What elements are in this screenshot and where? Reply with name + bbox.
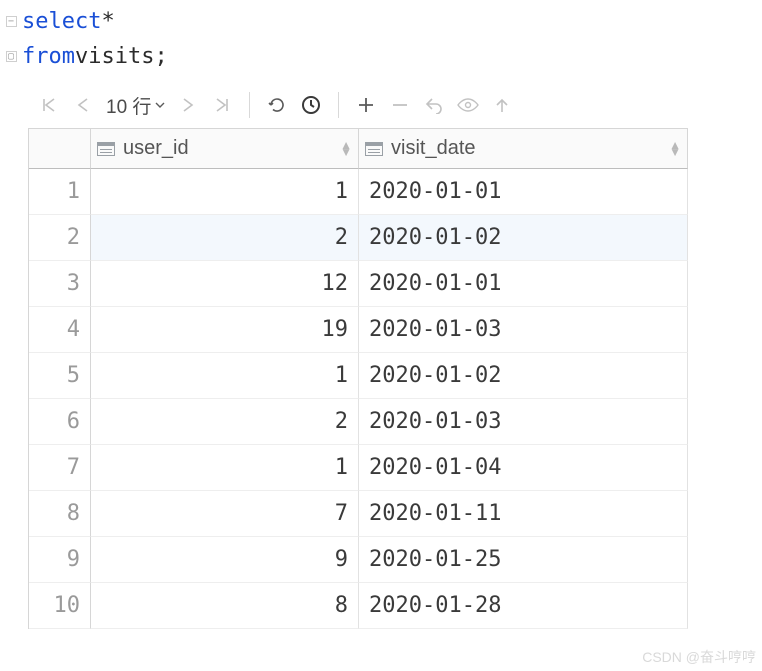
revert-icon[interactable] xyxy=(419,90,449,120)
row-number-cell[interactable]: 1 xyxy=(29,169,91,215)
refresh-icon[interactable] xyxy=(262,90,292,120)
cell-visit-date[interactable]: 2020-01-25 xyxy=(359,537,688,583)
table-row[interactable]: 872020-01-11 xyxy=(29,491,688,537)
cell-user-id[interactable]: 8 xyxy=(91,583,359,629)
table-row[interactable]: 712020-01-04 xyxy=(29,445,688,491)
preview-icon[interactable] xyxy=(453,90,483,120)
column-type-icon xyxy=(97,142,115,156)
row-number-cell[interactable]: 8 xyxy=(29,491,91,537)
row-number-cell[interactable]: 9 xyxy=(29,537,91,583)
first-page-icon[interactable] xyxy=(34,90,64,120)
commit-icon[interactable] xyxy=(487,90,517,120)
cell-user-id[interactable]: 1 xyxy=(91,169,359,215)
grid-header: user_id ▲▼ visit_date ▲▼ xyxy=(29,129,688,169)
cell-user-id[interactable]: 2 xyxy=(91,399,359,445)
grid-body: 112020-01-01222020-01-023122020-01-01419… xyxy=(29,169,688,629)
cell-visit-date[interactable]: 2020-01-03 xyxy=(359,307,688,353)
page-size-dropdown[interactable]: 10 行 xyxy=(102,92,169,119)
column-header-visit-date[interactable]: visit_date ▲▼ xyxy=(359,129,688,169)
toolbar-separator xyxy=(249,92,250,118)
row-number-cell[interactable]: 4 xyxy=(29,307,91,353)
row-number-header[interactable] xyxy=(29,129,91,169)
auto-refresh-icon[interactable] xyxy=(296,90,326,120)
table-row[interactable]: 1082020-01-28 xyxy=(29,583,688,629)
table-row[interactable]: 622020-01-03 xyxy=(29,399,688,445)
table-row[interactable]: 112020-01-01 xyxy=(29,169,688,215)
results-grid: user_id ▲▼ visit_date ▲▼ 112020-01-01222… xyxy=(28,128,688,629)
fold-gutter-icon[interactable]: ▢ xyxy=(0,51,22,62)
last-page-icon[interactable] xyxy=(207,90,237,120)
sql-editor[interactable]: − select * ▢ from visits; xyxy=(0,0,762,84)
row-number-cell[interactable]: 7 xyxy=(29,445,91,491)
editor-line[interactable]: − select * xyxy=(0,4,762,39)
cell-user-id[interactable]: 1 xyxy=(91,445,359,491)
next-page-icon[interactable] xyxy=(173,90,203,120)
cell-visit-date[interactable]: 2020-01-01 xyxy=(359,169,688,215)
column-label: user_id xyxy=(123,137,189,160)
delete-row-icon[interactable] xyxy=(385,90,415,120)
chevron-down-icon xyxy=(155,100,165,110)
row-number-cell[interactable]: 5 xyxy=(29,353,91,399)
sql-keyword: select xyxy=(22,4,101,39)
sql-text: visits; xyxy=(75,39,168,74)
editor-line[interactable]: ▢ from visits; xyxy=(0,39,762,74)
sql-text: * xyxy=(101,4,114,39)
cell-user-id[interactable]: 9 xyxy=(91,537,359,583)
cell-user-id[interactable]: 12 xyxy=(91,261,359,307)
row-number-cell[interactable]: 3 xyxy=(29,261,91,307)
cell-visit-date[interactable]: 2020-01-02 xyxy=(359,353,688,399)
cell-user-id[interactable]: 2 xyxy=(91,215,359,261)
toolbar-separator xyxy=(338,92,339,118)
column-label: visit_date xyxy=(391,137,476,160)
cell-visit-date[interactable]: 2020-01-28 xyxy=(359,583,688,629)
row-number-cell[interactable]: 10 xyxy=(29,583,91,629)
table-row[interactable]: 3122020-01-01 xyxy=(29,261,688,307)
cell-visit-date[interactable]: 2020-01-03 xyxy=(359,399,688,445)
watermark: CSDN @奋斗哼哼 xyxy=(642,647,756,667)
cell-user-id[interactable]: 1 xyxy=(91,353,359,399)
table-row[interactable]: 512020-01-02 xyxy=(29,353,688,399)
fold-gutter-icon[interactable]: − xyxy=(0,16,22,27)
prev-page-icon[interactable] xyxy=(68,90,98,120)
row-number-cell[interactable]: 6 xyxy=(29,399,91,445)
row-number-cell[interactable]: 2 xyxy=(29,215,91,261)
cell-user-id[interactable]: 7 xyxy=(91,491,359,537)
add-row-icon[interactable] xyxy=(351,90,381,120)
sort-icon[interactable]: ▲▼ xyxy=(669,142,681,156)
table-row[interactable]: 222020-01-02 xyxy=(29,215,688,261)
table-row[interactable]: 992020-01-25 xyxy=(29,537,688,583)
column-type-icon xyxy=(365,142,383,156)
cell-visit-date[interactable]: 2020-01-02 xyxy=(359,215,688,261)
sort-icon[interactable]: ▲▼ xyxy=(340,142,352,156)
results-toolbar: 10 行 xyxy=(28,84,762,128)
table-row[interactable]: 4192020-01-03 xyxy=(29,307,688,353)
column-header-user-id[interactable]: user_id ▲▼ xyxy=(91,129,359,169)
cell-user-id[interactable]: 19 xyxy=(91,307,359,353)
cell-visit-date[interactable]: 2020-01-01 xyxy=(359,261,688,307)
sql-keyword: from xyxy=(22,39,75,74)
page-size-label: 10 行 xyxy=(106,92,151,119)
cell-visit-date[interactable]: 2020-01-11 xyxy=(359,491,688,537)
cell-visit-date[interactable]: 2020-01-04 xyxy=(359,445,688,491)
